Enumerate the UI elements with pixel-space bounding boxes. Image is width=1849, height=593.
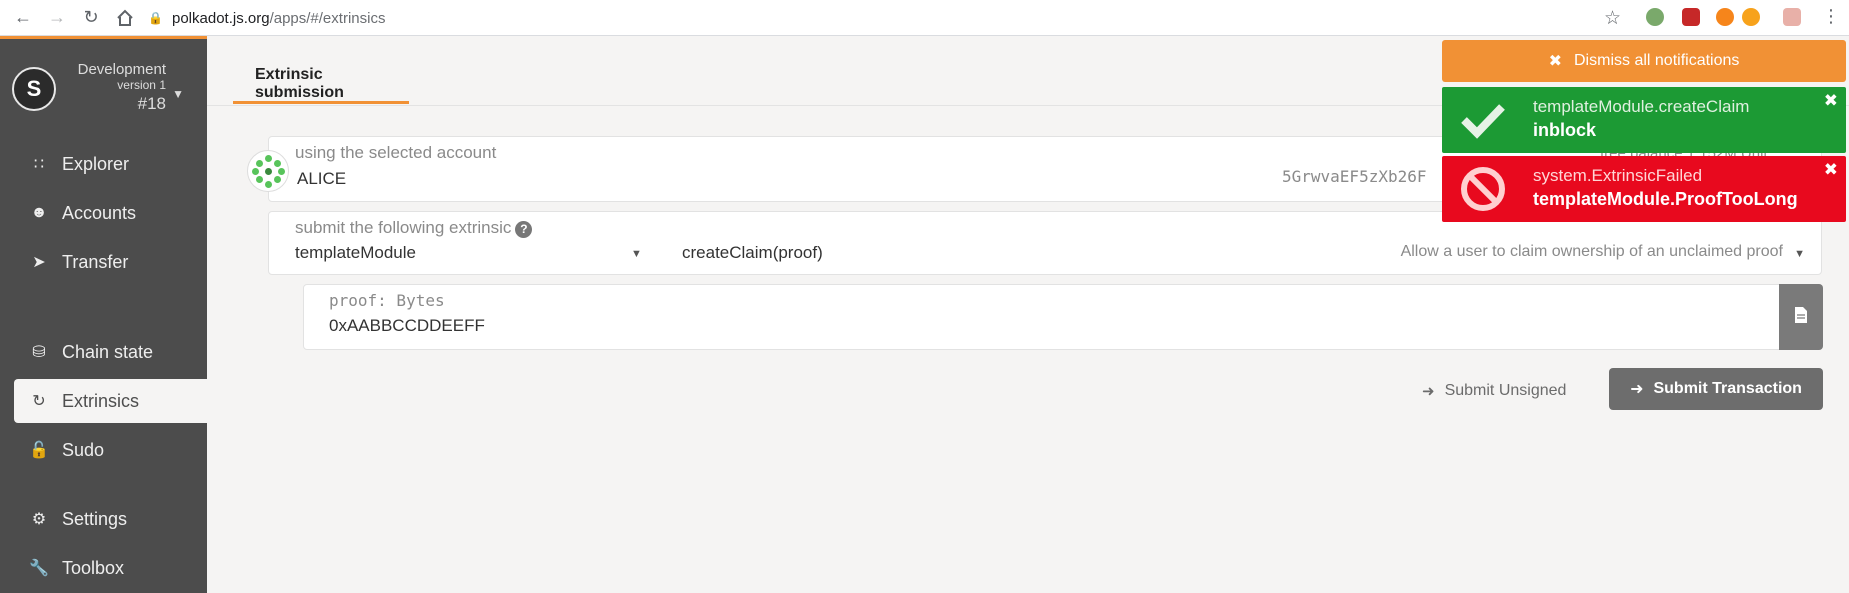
file-icon: [1795, 306, 1807, 328]
profile-avatar[interactable]: [1783, 8, 1801, 26]
chain-info: Development version 1 #18: [78, 61, 166, 114]
submit-transaction-button[interactable]: ➜ Submit Transaction: [1609, 368, 1823, 410]
account-identicon: [247, 150, 289, 192]
help-icon[interactable]: ?: [515, 221, 533, 238]
extension-icon[interactable]: [1682, 8, 1700, 26]
sidebar-item-label: Extrinsics: [62, 390, 140, 411]
dismiss-all-label: Dismiss all notifications: [1574, 52, 1740, 69]
caret-down-icon: ▼: [172, 87, 184, 101]
send-icon: ➤: [32, 254, 46, 271]
param-proof: proof: Bytes 0xAABBCCDDEEFF: [303, 284, 1823, 350]
sidebar-item-label: Explorer: [62, 153, 130, 174]
menu-kebab-icon[interactable]: ⋮: [1822, 6, 1840, 27]
browser-toolbar: ← → ↻ 🔒 polkadot.js.org/apps/#/extrinsic…: [0, 0, 1849, 36]
module-dropdown[interactable]: templateModule: [295, 243, 416, 263]
account-label: using the selected account: [295, 143, 497, 162]
url-host: polkadot.js.org: [172, 9, 270, 27]
notification-status: templateModule.ProofTooLong: [1533, 189, 1798, 209]
caret-down-icon[interactable]: ▼: [1794, 248, 1805, 260]
caret-down-icon[interactable]: ▼: [631, 248, 642, 260]
account-name: ALICE: [297, 169, 347, 188]
lock-icon: 🔒: [148, 11, 163, 25]
extension-icon[interactable]: [1742, 8, 1760, 26]
notification-title: system.ExtrinsicFailed: [1533, 166, 1703, 185]
cogs-icon: ⚙: [31, 511, 47, 528]
users-icon: ☻: [30, 204, 48, 221]
database-icon: ⛁: [32, 344, 46, 361]
address-bar[interactable]: 🔒 polkadot.js.org/apps/#/extrinsics: [148, 5, 1632, 31]
sidebar-item-label: Settings: [62, 508, 128, 529]
sign-in-icon: ➜: [1630, 381, 1644, 398]
sidebar-item-label: Transfer: [62, 251, 129, 272]
sidebar-item-accounts[interactable]: ☻ Accounts: [14, 191, 207, 235]
sidebar-item-label: Sudo: [62, 439, 105, 460]
sidebar-item-label: Chain state: [62, 341, 154, 362]
chain-version: version 1: [117, 78, 166, 92]
chain-name: Development: [77, 61, 166, 78]
notification-title: templateModule.createClaim: [1533, 97, 1750, 116]
notification-status: inblock: [1533, 120, 1597, 140]
wrench-icon: 🔧: [29, 560, 49, 577]
sidebar: S Development version 1 #18 ▼ ∷ Explorer…: [0, 36, 207, 593]
sidebar-item-settings[interactable]: ⚙ Settings: [14, 497, 207, 541]
chain-selector[interactable]: S Development version 1 #18 ▼: [12, 59, 196, 129]
chain-logo-icon: S: [12, 67, 56, 111]
sidebar-item-chain-state[interactable]: ⛁ Chain state: [14, 330, 207, 374]
metamask-icon[interactable]: [1716, 8, 1734, 26]
best-block: #18: [137, 94, 166, 113]
submit-unsigned-label: Submit Unsigned: [1444, 382, 1567, 399]
sync-icon: ↻: [32, 393, 46, 410]
tab-extrinsic-submission[interactable]: Extrinsic submission: [233, 62, 409, 104]
sidebar-item-transfer[interactable]: ➤ Transfer: [14, 240, 207, 284]
sidebar-item-toolbox[interactable]: 🔧 Toolbox: [14, 546, 207, 590]
file-upload-button[interactable]: [1779, 284, 1823, 350]
account-address: 5GrwvaEF5zXb26F: [1282, 167, 1427, 186]
sidebar-item-extrinsics[interactable]: ↻ Extrinsics: [14, 379, 207, 423]
submit-unsigned-button[interactable]: ➜ Submit Unsigned: [1422, 376, 1566, 406]
extrinsic-label-text: submit the following extrinsic: [295, 218, 512, 237]
back-icon[interactable]: ←: [12, 7, 34, 29]
ban-icon: [1458, 164, 1508, 214]
call-dropdown[interactable]: createClaim(proof): [682, 243, 823, 263]
close-icon[interactable]: ✖: [1824, 91, 1838, 111]
reload-icon[interactable]: ↻: [80, 7, 102, 29]
sidebar-item-label: Toolbox: [62, 557, 125, 578]
dismiss-all-button[interactable]: ✖ Dismiss all notifications: [1442, 40, 1846, 82]
explorer-icon: ∷: [33, 156, 45, 173]
url-path: /apps/#/extrinsics: [269, 9, 386, 27]
home-icon[interactable]: [114, 7, 136, 29]
close-icon[interactable]: ✖: [1824, 160, 1838, 180]
param-value-input[interactable]: 0xAABBCCDDEEFF: [329, 316, 485, 336]
sidebar-item-explorer[interactable]: ∷ Explorer: [14, 142, 207, 186]
submit-transaction-label: Submit Transaction: [1653, 380, 1802, 397]
sign-in-icon: ➜: [1422, 383, 1435, 400]
bookmark-star-icon[interactable]: ☆: [1604, 7, 1621, 30]
forward-icon[interactable]: →: [46, 7, 68, 29]
extrinsic-label: submit the following extrinsic?: [295, 218, 533, 238]
extension-icon[interactable]: [1646, 8, 1664, 26]
sidebar-item-label: Accounts: [62, 202, 137, 223]
sidebar-item-sudo[interactable]: 🔓 Sudo: [14, 428, 207, 472]
param-label: proof: Bytes: [329, 291, 445, 310]
check-icon: [1458, 95, 1508, 145]
call-description: Allow a user to claim ownership of an un…: [1400, 243, 1783, 260]
close-icon: ✖: [1548, 53, 1562, 70]
unlock-icon: 🔓: [29, 442, 49, 459]
notification-success: templateModule.createClaim inblock ✖: [1442, 87, 1846, 153]
notification-error: system.ExtrinsicFailed templateModule.Pr…: [1442, 156, 1846, 222]
